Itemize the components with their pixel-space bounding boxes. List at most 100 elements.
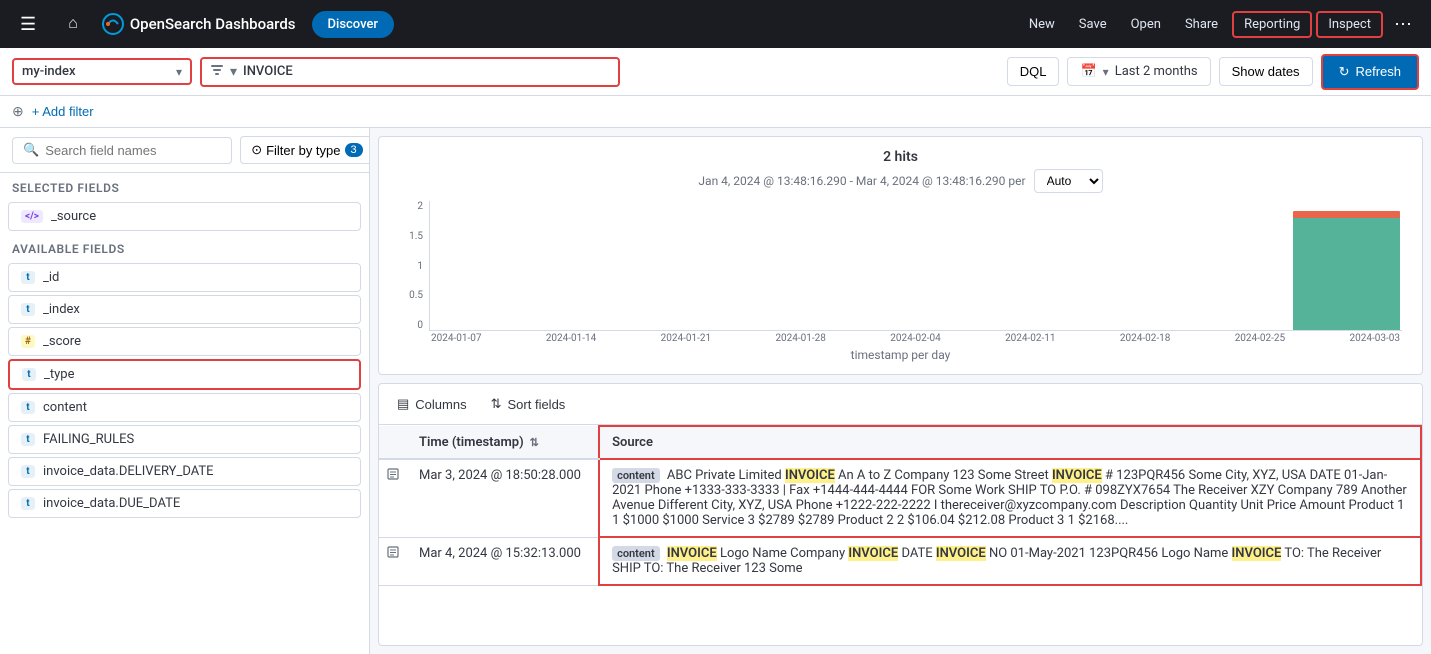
filter-row: ⊕ + Add filter (0, 96, 1431, 128)
filter-count-badge: 3 (345, 143, 363, 157)
refresh-icon: ↻ (1339, 64, 1350, 80)
selected-fields-label: Selected fields (0, 173, 369, 199)
time-value-1: Mar 3, 2024 @ 18:50:28.000 (419, 468, 581, 483)
date-range-picker[interactable]: 📅 ▾ Last 2 months (1067, 57, 1210, 86)
hamburger-menu-button[interactable]: ☰ (12, 10, 44, 39)
x-label-0121: 2024-01-21 (661, 333, 712, 344)
index-dropdown-icon: ▾ (176, 65, 182, 79)
discover-tab[interactable]: Discover (312, 11, 394, 38)
field-type-t: t (21, 497, 35, 510)
y-label-0-5: 0.5 (409, 290, 423, 301)
x-label-0204: 2024-02-04 (890, 333, 941, 344)
results-toolbar: ▤ Columns ⇅ Sort fields (379, 384, 1422, 425)
show-dates-button[interactable]: Show dates (1219, 57, 1313, 86)
highlight-invoice-1a: INVOICE (785, 468, 835, 483)
home-button[interactable]: ⌂ (60, 11, 86, 37)
content-badge-1: content (612, 468, 660, 483)
source-field-name: _source (51, 209, 96, 224)
field-item-id[interactable]: t _id (8, 263, 361, 292)
field-name-index: _index (43, 302, 80, 317)
x-label-0225: 2024-02-25 (1235, 333, 1286, 344)
index-selector[interactable]: my-index ▾ (12, 58, 192, 85)
selected-field-source: </> _source (8, 202, 361, 231)
field-name-content: content (43, 400, 87, 415)
filter-type-icon: ⊙ (251, 142, 262, 158)
share-link[interactable]: Share (1175, 11, 1228, 38)
date-range-text: Last 2 months (1115, 64, 1198, 79)
field-name-due-date: invoice_data.DUE_DATE (43, 496, 180, 511)
sidebar: 🔍 ⊙ Filter by type 3 Selected fields </>… (0, 128, 370, 654)
y-label-2: 2 (417, 201, 423, 212)
source-cell-2: content INVOICE Logo Name Company INVOIC… (599, 537, 1421, 585)
query-bar[interactable]: ▾ INVOICE (200, 57, 620, 87)
row-expand-cell-1 (379, 459, 407, 537)
inspect-link[interactable]: Inspect (1316, 11, 1383, 38)
new-link[interactable]: New (1019, 11, 1065, 38)
field-name-type: _type (44, 367, 74, 382)
th-source-label: Source (612, 435, 653, 450)
y-label-1-5: 1.5 (409, 231, 423, 242)
table-row: Mar 3, 2024 @ 18:50:28.000 content ABC P… (379, 459, 1421, 537)
field-name-failing-rules: FAILING_RULES (43, 432, 134, 447)
field-list: Selected fields </> _source Available fi… (0, 173, 369, 654)
calendar-icon: 📅 (1080, 64, 1096, 79)
chart-y-axis: 2 1.5 1 0.5 0 (399, 201, 429, 331)
available-fields-label: Available fields (0, 234, 369, 260)
save-link[interactable]: Save (1069, 11, 1117, 38)
source-cell-1: content ABC Private Limited INVOICE An A… (599, 459, 1421, 537)
main-layout: 🔍 ⊙ Filter by type 3 Selected fields </>… (0, 128, 1431, 654)
results-table: Time (timestamp) ⇅ Source (379, 425, 1422, 586)
chart-x-labels: 2024-01-07 2024-01-14 2024-01-21 2024-01… (429, 333, 1402, 344)
search-icon: 🔍 (23, 143, 39, 158)
more-options-button[interactable]: ⋯ (1387, 8, 1419, 40)
hamburger-icon: ☰ (20, 14, 36, 34)
top-nav-links: New Save Open Share Reporting Inspect ⋯ (1019, 8, 1419, 40)
results-table-area: ▤ Columns ⇅ Sort fields Time ( (378, 383, 1423, 646)
y-label-0: 0 (417, 320, 423, 331)
highlight-invoice-1b: INVOICE (1052, 468, 1102, 483)
chart-bars (429, 201, 1402, 331)
field-item-failing-rules[interactable]: t FAILING_RULES (8, 425, 361, 454)
date-dropdown-icon: ▾ (1103, 65, 1109, 79)
field-type-t: t (21, 465, 35, 478)
chart-hits-title: 2 hits (391, 149, 1410, 165)
app-name: OpenSearch Dashboards (130, 15, 296, 33)
field-item-delivery-date[interactable]: t invoice_data.DELIVERY_DATE (8, 457, 361, 486)
row-expand-cell-2 (379, 537, 407, 585)
columns-button[interactable]: ▤ Columns (391, 392, 473, 416)
row-expand-icon-1[interactable] (383, 467, 403, 485)
field-type-t: t (21, 303, 35, 316)
opensearch-logo-icon (102, 13, 124, 35)
chart-x-axis-title: timestamp per day (391, 348, 1410, 362)
field-name-score: _score (43, 334, 81, 349)
search-field-input[interactable] (45, 143, 221, 158)
chart-date-range: Jan 4, 2024 @ 13:48:16.290 - Mar 4, 2024… (698, 174, 1025, 188)
filter-expand-icon: ⊕ (12, 104, 24, 120)
field-item-score[interactable]: # _score (8, 327, 361, 356)
time-value-2: Mar 4, 2024 @ 15:32:13.000 (419, 546, 581, 561)
search-field-wrapper[interactable]: 🔍 (12, 137, 232, 164)
add-filter-button[interactable]: + Add filter (32, 100, 94, 123)
index-name: my-index (22, 64, 170, 79)
x-label-0211: 2024-02-11 (1005, 333, 1056, 344)
reporting-link[interactable]: Reporting (1232, 11, 1312, 38)
home-icon: ⌂ (68, 15, 78, 32)
field-item-content[interactable]: t content (8, 393, 361, 422)
field-item-due-date[interactable]: t invoice_data.DUE_DATE (8, 489, 361, 518)
chart-subtitle: Jan 4, 2024 @ 13:48:16.290 - Mar 4, 2024… (391, 169, 1410, 193)
sort-fields-button[interactable]: ⇅ Sort fields (485, 392, 572, 416)
dql-button[interactable]: DQL (1007, 57, 1060, 86)
field-item-type[interactable]: t _type (8, 359, 361, 390)
refresh-button[interactable]: ↻ Refresh (1321, 54, 1419, 90)
filter-by-type-button[interactable]: ⊙ Filter by type 3 (240, 136, 370, 164)
time-sort-icon[interactable]: ⇅ (530, 436, 539, 449)
field-name-delivery-date: invoice_data.DELIVERY_DATE (43, 464, 214, 479)
chart-bar-green (1293, 218, 1400, 331)
open-link[interactable]: Open (1121, 11, 1171, 38)
x-label-0218: 2024-02-18 (1120, 333, 1171, 344)
highlight-invoice-2d: INVOICE (1232, 546, 1282, 561)
table-container: Time (timestamp) ⇅ Source (379, 425, 1422, 645)
field-item-index[interactable]: t _index (8, 295, 361, 324)
chart-interval-select[interactable]: Auto Day Week (1034, 169, 1103, 193)
row-expand-icon-2[interactable] (383, 545, 403, 563)
